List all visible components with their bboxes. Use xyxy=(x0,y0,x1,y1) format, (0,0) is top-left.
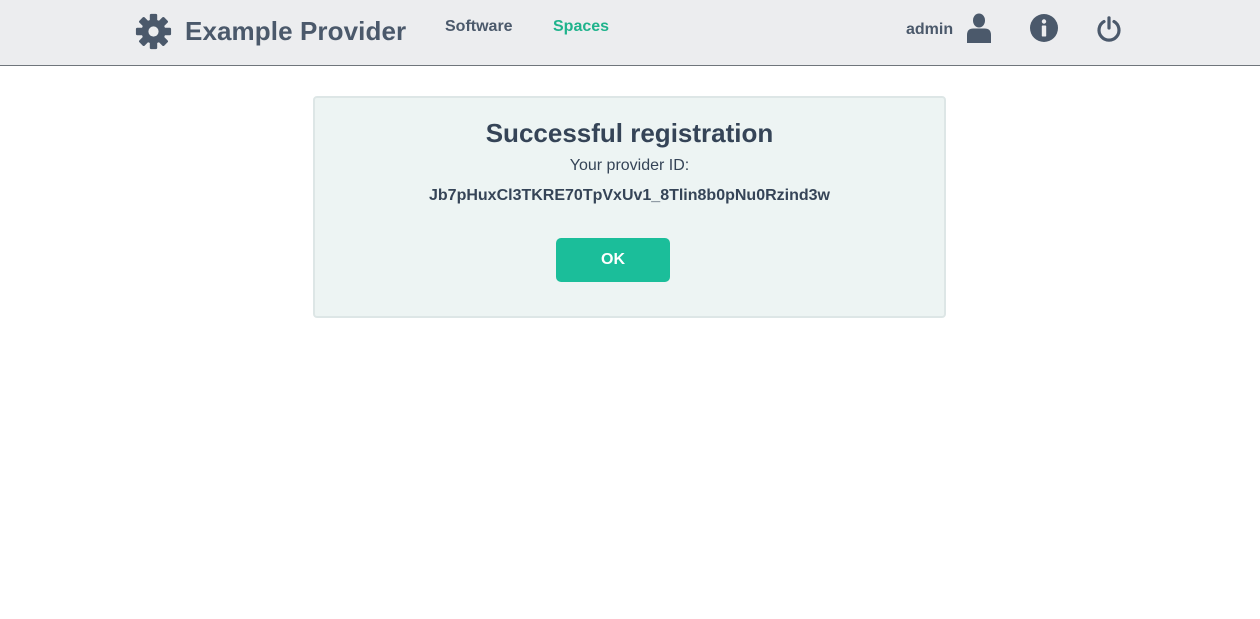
power-icon[interactable] xyxy=(1096,16,1122,42)
gear-icon xyxy=(135,13,172,49)
provider-id-value: Jb7pHuxCl3TKRE70TpVxUv1_8Tlin8b0pNu0Rzin… xyxy=(429,187,830,204)
info-icon[interactable] xyxy=(1030,14,1058,42)
top-navigation-bar: Example Provider Software Spaces admin xyxy=(0,0,1260,66)
nav-software-link[interactable]: Software xyxy=(445,18,513,36)
ok-button[interactable]: OK xyxy=(556,238,670,282)
nav-spaces-link[interactable]: Spaces xyxy=(553,18,609,36)
registration-success-panel: Successful registration Your provider ID… xyxy=(313,96,946,318)
username-label[interactable]: admin xyxy=(906,21,953,39)
user-icon[interactable] xyxy=(966,13,992,43)
provider-id-label: Your provider ID: xyxy=(569,157,690,174)
brand-home-link[interactable]: Example Provider xyxy=(135,11,406,51)
brand-title: Example Provider xyxy=(185,15,407,46)
panel-title: Successful registration xyxy=(485,118,774,148)
